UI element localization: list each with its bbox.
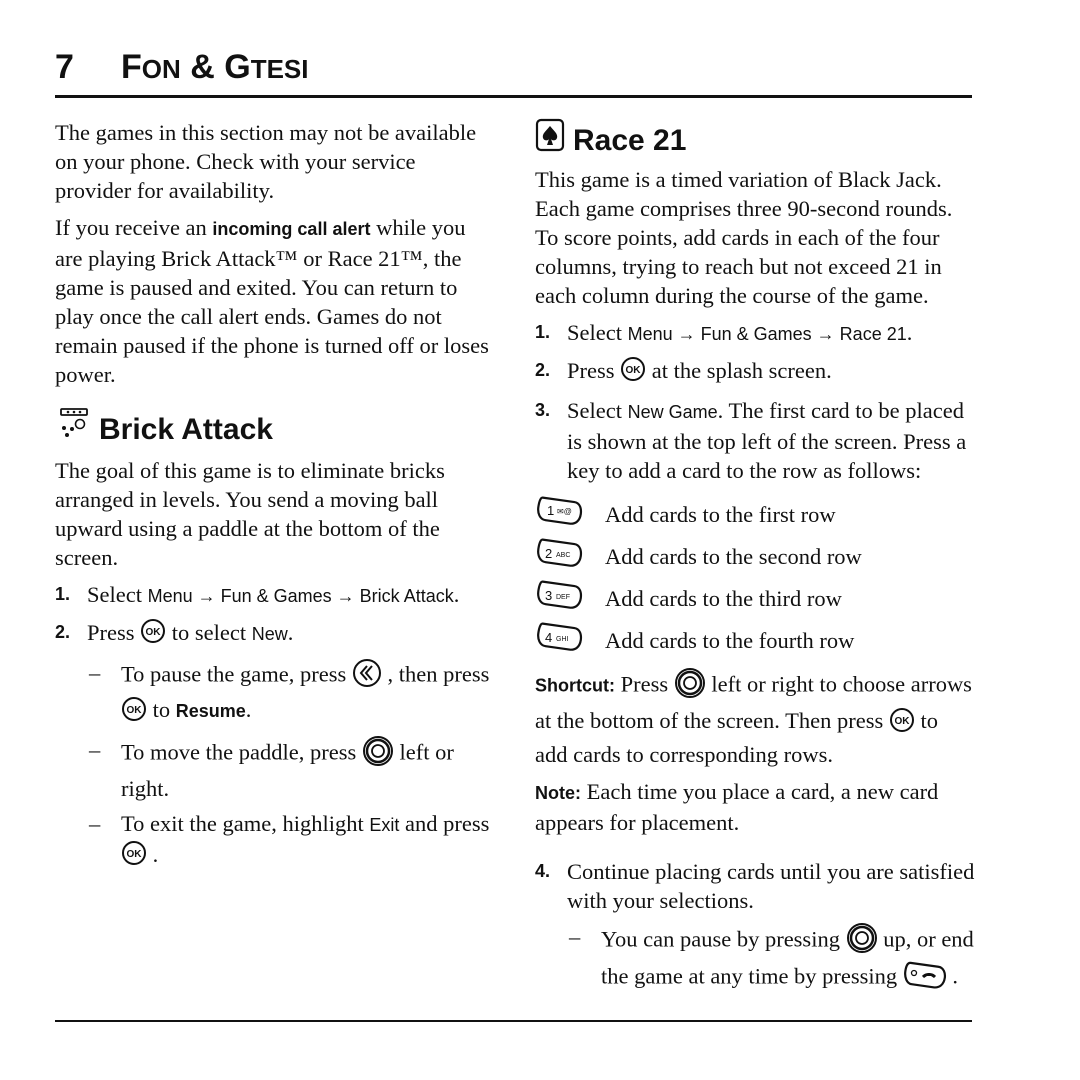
placement-note: Note: Each time you place a card, a new … (535, 778, 939, 835)
brick-attack-icon (55, 407, 91, 452)
end-key-icon (903, 961, 947, 996)
right-column: Race 21 This game is a timed variation o… (535, 118, 975, 1002)
key-row: 1 ✉@ Add cards to the first row (535, 493, 975, 535)
shortcut-note: Shortcut: Press left or right to choose … (535, 667, 975, 768)
svg-text:DEF: DEF (556, 594, 570, 601)
navigation-key-icon (362, 735, 394, 774)
brick-sub-2: – To move the paddle, press left or righ… (89, 735, 454, 801)
brick-sub-3: – To exit the game, highlight Exit and p… (87, 809, 495, 873)
race-sub-1: – You can pause by pressing up, or end t… (567, 922, 975, 996)
key-row: 2 ABC Add cards to the second row (535, 535, 975, 577)
left-column: The games in this section may not be ava… (55, 118, 495, 879)
brick-sub-1: – To pause the game, press , then press … (87, 658, 495, 728)
ok-key-icon: OK (140, 618, 166, 651)
svg-text:OK: OK (626, 365, 642, 376)
race-step-3: 3. Select New Game. The first card to be… (535, 398, 967, 484)
key-4-icon: 4 GHI (535, 622, 605, 659)
svg-text:3: 3 (545, 588, 552, 603)
footer-rule (55, 1020, 972, 1022)
ok-key-icon: OK (121, 840, 147, 873)
race-step-4: 4. Continue placing cards until you are … (535, 858, 975, 913)
svg-text:OK: OK (127, 849, 143, 860)
header-rule (55, 95, 972, 98)
svg-text:ABC: ABC (556, 552, 570, 559)
intro-paragraph-2: If you receive an incoming call alert wh… (55, 215, 489, 387)
brick-attack-heading: Brick Attack (55, 407, 495, 452)
key-1-icon: 1 ✉@ (535, 496, 605, 533)
svg-text:2: 2 (545, 546, 552, 561)
svg-text:GHI: GHI (556, 636, 569, 643)
ok-key-icon: OK (121, 696, 147, 729)
menu-path: Menu → Fun & Games → Brick Attack (147, 586, 454, 606)
svg-text:4: 4 (545, 630, 552, 645)
navigation-key-icon (846, 922, 878, 961)
race-21-description: This game is a timed variation of Black … (535, 167, 953, 308)
ok-key-icon: OK (889, 707, 915, 740)
key-2-icon: 2 ABC (535, 538, 605, 575)
ok-key-icon: OK (620, 356, 646, 389)
race-21-heading: Race 21 (535, 118, 975, 163)
svg-text:1: 1 (547, 503, 554, 518)
key-row: 4 GHI Add cards to the fourth row (535, 619, 975, 661)
navigation-key-icon (674, 667, 706, 706)
svg-text:✉@: ✉@ (557, 507, 572, 516)
key-row: 3 DEF Add cards to the third row (535, 577, 975, 619)
svg-text:OK: OK (127, 705, 143, 716)
intro-paragraph-1: The games in this section may not be ava… (55, 120, 477, 203)
brick-attack-description: The goal of this game is to eliminate br… (55, 458, 445, 570)
brick-step-1: 1. Select Menu → Fun & Games → Brick Att… (55, 582, 460, 607)
menu-path: Menu → Fun & Games → Race 21 (627, 324, 907, 344)
chapter-heading: 7 FON & GTESI (55, 48, 309, 86)
svg-text:OK: OK (146, 627, 162, 638)
spade-card-icon (535, 118, 565, 163)
brick-step-2: 2. Press OK to select New. (55, 618, 495, 651)
chapter-number: 7 (55, 48, 74, 86)
race-step-2: 2. Press OK at the splash screen. (535, 356, 975, 389)
key-mapping-list: 1 ✉@ Add cards to the first row 2 ABC Add … (535, 493, 975, 661)
back-key-icon (352, 658, 382, 695)
brick-attack-steps: 1. Select Menu → Fun & Games → Brick Att… (55, 580, 495, 651)
race-step-1: 1. Select Menu → Fun & Games → Race 21. (535, 320, 913, 345)
key-3-icon: 3 DEF (535, 580, 605, 617)
svg-text:OK: OK (894, 716, 910, 727)
